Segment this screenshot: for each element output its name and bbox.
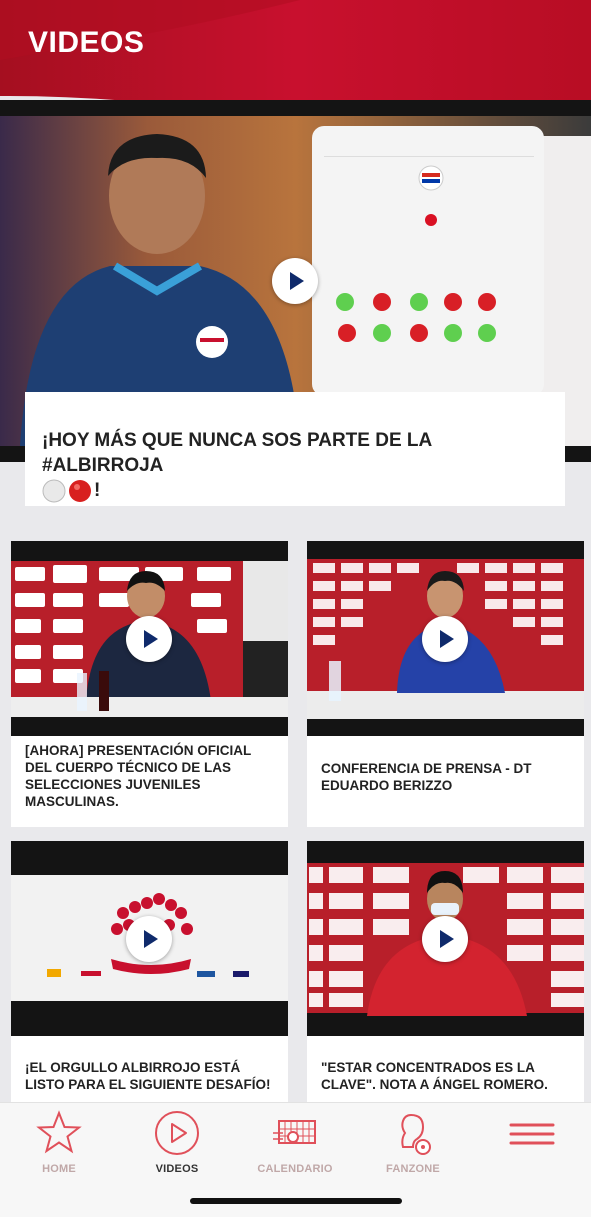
video-title[interactable]: "ESTAR CONCENTRADOS ES LA CLAVE". NOTA A… [321, 1059, 573, 1093]
goal-calendar-icon [273, 1120, 316, 1144]
featured-video-title[interactable]: ¡HOY MÁS QUE NUNCA SOS PARTE DE LA #ALBI… [42, 428, 552, 504]
video-card[interactable]: [AHORA] PRESENTACIÓN OFICIAL DEL CUERPO … [11, 541, 288, 827]
nav-fanzone[interactable]: FANZONE [354, 1103, 472, 1193]
nav-videos[interactable]: VIDEOS [118, 1103, 236, 1193]
white-red-balls-icon [42, 479, 91, 503]
nav-menu[interactable] [472, 1103, 590, 1193]
nav-home[interactable]: HOME [0, 1103, 118, 1193]
nav-label: HOME [42, 1163, 76, 1175]
home-indicator[interactable] [190, 1198, 402, 1204]
nav-label: FANZONE [386, 1163, 440, 1175]
featured-title-suffix: ! [94, 480, 101, 502]
video-letterbox-top [0, 100, 591, 116]
hamburger-menu-icon [509, 1123, 555, 1145]
page-title: VIDEOS [28, 26, 145, 59]
video-card[interactable]: ¡EL ORGULLO ALBIRROJO ESTÁ LISTO PARA EL… [11, 841, 288, 1103]
star-icon [36, 1110, 82, 1154]
video-title[interactable]: [AHORA] PRESENTACIÓN OFICIAL DEL CUERPO … [25, 742, 277, 810]
nav-label: CALENDARIO [257, 1163, 333, 1175]
video-title[interactable]: CONFERENCIA DE PRENSA - DT EDUARDO BERIZ… [321, 760, 573, 794]
play-button[interactable] [126, 916, 172, 962]
video-card[interactable]: CONFERENCIA DE PRENSA - DT EDUARDO BERIZ… [307, 541, 584, 827]
play-button[interactable] [126, 616, 172, 662]
fan-icon [401, 1113, 431, 1155]
play-button[interactable] [422, 616, 468, 662]
play-circle-icon [155, 1111, 199, 1155]
video-card[interactable]: "ESTAR CONCENTRADOS ES LA CLAVE". NOTA A… [307, 841, 584, 1103]
nav-label: VIDEOS [155, 1163, 199, 1175]
video-title[interactable]: ¡EL ORGULLO ALBIRROJO ESTÁ LISTO PARA EL… [25, 1059, 277, 1093]
nav-calendario[interactable]: CALENDARIO [236, 1103, 354, 1193]
featured-play-button[interactable] [272, 258, 318, 304]
play-button[interactable] [422, 916, 468, 962]
featured-title-text: ¡HOY MÁS QUE NUNCA SOS PARTE DE LA #ALBI… [42, 430, 432, 476]
